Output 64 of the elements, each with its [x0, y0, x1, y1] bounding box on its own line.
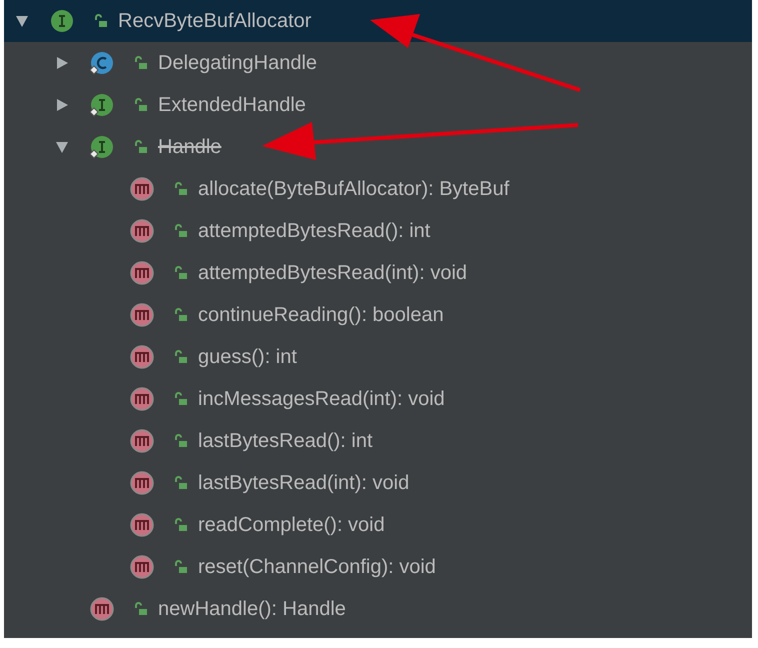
tree-item[interactable]: lastBytesRead(int): void [4, 462, 752, 504]
class-icon [90, 51, 114, 75]
interface-icon [90, 135, 114, 159]
tree-item[interactable]: reset(ChannelConfig): void [4, 546, 752, 588]
open-lock-icon [94, 14, 108, 28]
open-lock-icon [134, 56, 148, 70]
method-icon [130, 429, 154, 453]
tree-item-label: reset(ChannelConfig): void [198, 555, 436, 580]
open-lock-icon [174, 518, 188, 532]
tree-item[interactable]: newHandle(): Handle [4, 588, 752, 630]
tree-item[interactable]: Handle [4, 126, 752, 168]
tree-item-label: lastBytesRead(int): void [198, 471, 410, 496]
method-icon [130, 387, 154, 411]
collapse-arrow-icon[interactable] [55, 140, 69, 154]
tree-item[interactable]: continueReading(): boolean [4, 294, 752, 336]
open-lock-icon [174, 560, 188, 574]
tree-item[interactable]: attemptedBytesRead(): int [4, 210, 752, 252]
open-lock-icon [174, 224, 188, 238]
tree-item[interactable]: allocate(ByteBufAllocator): ByteBuf [4, 168, 752, 210]
method-icon [130, 303, 154, 327]
tree-item[interactable]: DelegatingHandle [4, 42, 752, 84]
tree-item-label: Handle [158, 135, 222, 160]
tree-item-label: RecvByteBufAllocator [118, 9, 312, 34]
method-icon [130, 513, 154, 537]
open-lock-icon [134, 140, 148, 154]
open-lock-icon [174, 308, 188, 322]
method-icon [130, 471, 154, 495]
open-lock-icon [174, 476, 188, 490]
method-icon [90, 597, 114, 621]
tree-item[interactable]: ExtendedHandle [4, 84, 752, 126]
tree-item[interactable]: lastBytesRead(): int [4, 420, 752, 462]
tree-item-label: lastBytesRead(): int [198, 429, 373, 454]
open-lock-icon [134, 98, 148, 112]
tree-item-label: guess(): int [198, 345, 297, 370]
tree-item-label: DelegatingHandle [158, 51, 318, 76]
tree-item-label: incMessagesRead(int): void [198, 387, 445, 412]
open-lock-icon [174, 392, 188, 406]
tree-item[interactable]: attemptedBytesRead(int): void [4, 252, 752, 294]
open-lock-icon [174, 350, 188, 364]
tree-item-label: allocate(ByteBufAllocator): ByteBuf [198, 177, 510, 202]
tree-item-label: attemptedBytesRead(): int [198, 219, 430, 244]
tree-item-label: readComplete(): void [198, 513, 385, 538]
tree-item-label: ExtendedHandle [158, 93, 306, 118]
method-icon [130, 177, 154, 201]
tree-item-label: attemptedBytesRead(int): void [198, 261, 468, 286]
tree-item[interactable]: incMessagesRead(int): void [4, 378, 752, 420]
method-icon [130, 261, 154, 285]
expand-arrow-icon[interactable] [55, 56, 69, 70]
tree-item[interactable]: RecvByteBufAllocator [4, 0, 752, 42]
method-icon [130, 219, 154, 243]
open-lock-icon [174, 266, 188, 280]
interface-icon [90, 93, 114, 117]
open-lock-icon [134, 602, 148, 616]
method-icon [130, 555, 154, 579]
collapse-arrow-icon[interactable] [15, 14, 29, 28]
tree-item[interactable]: readComplete(): void [4, 504, 752, 546]
open-lock-icon [174, 182, 188, 196]
open-lock-icon [174, 434, 188, 448]
expand-arrow-icon[interactable] [55, 98, 69, 112]
tree-item-label: newHandle(): Handle [158, 597, 346, 622]
interface-icon [50, 9, 74, 33]
method-icon [130, 345, 154, 369]
tree-item-label: continueReading(): boolean [198, 303, 444, 328]
tree-item[interactable]: guess(): int [4, 336, 752, 378]
